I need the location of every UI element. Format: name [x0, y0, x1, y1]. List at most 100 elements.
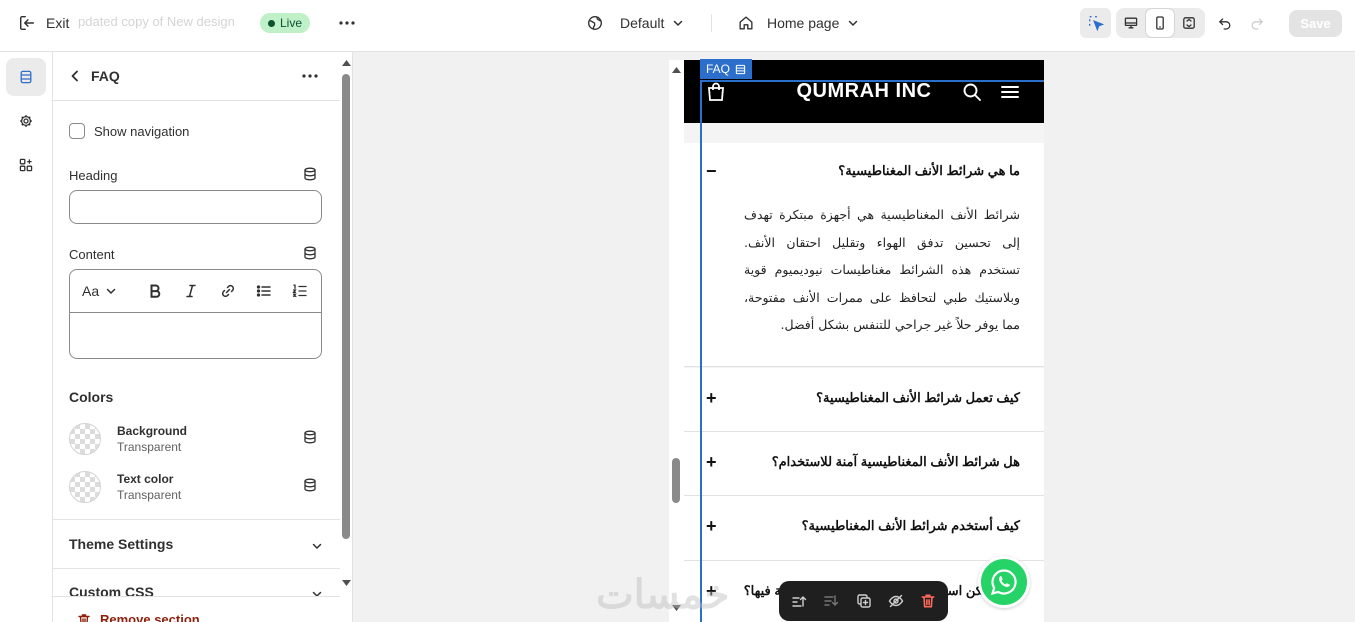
mobile-preview-button[interactable]: [1146, 9, 1174, 37]
custom-css-accordion[interactable]: Custom CSS: [69, 584, 325, 604]
database-icon: [304, 478, 316, 492]
theme-selector[interactable]: Default: [586, 12, 684, 34]
checkbox-box[interactable]: [69, 123, 85, 139]
device-preview-group: [1116, 8, 1205, 38]
section-settings-panel: FAQ Show navigation Heading Content Aa C…: [53, 52, 353, 622]
save-button[interactable]: Save: [1289, 10, 1342, 37]
italic-button[interactable]: [180, 280, 202, 302]
preview-scrollbar[interactable]: [670, 62, 684, 622]
back-button[interactable]: [67, 68, 83, 84]
preview-scroll-thumb[interactable]: [672, 458, 680, 503]
exit-icon: [18, 14, 36, 32]
faq-question[interactable]: كيف تعمل شرائط الأنف المغناطيسية؟: [816, 390, 1020, 406]
fullscreen-preview-button[interactable]: [1175, 9, 1203, 37]
bold-button[interactable]: [144, 280, 166, 302]
duplicate-button[interactable]: [854, 591, 874, 611]
selected-section-tag[interactable]: FAQ: [700, 59, 753, 79]
chevron-down-icon: [106, 288, 116, 295]
dynamic-source-button[interactable]: [303, 246, 317, 260]
faq-item[interactable]: + كيف أستخدم شرائط الأنف المغناطيسية؟: [684, 496, 1044, 561]
faq-expand-icon[interactable]: +: [706, 388, 717, 409]
redo-button[interactable]: [1243, 9, 1271, 37]
panel-scrollbar[interactable]: [340, 52, 352, 622]
sections-button[interactable]: [6, 58, 46, 96]
mobile-preview-frame: QUMRAH INC − ما هي شرائط الأنف المغناطيس…: [669, 60, 1044, 622]
undo-icon: [1219, 18, 1231, 30]
hamburger-icon: [1001, 86, 1019, 98]
move-up-button[interactable]: [789, 591, 809, 611]
faq-item[interactable]: − ما هي شرائط الأنف المغناطيسية؟ شرائط ا…: [684, 143, 1044, 367]
remove-section-button[interactable]: Remove section: [77, 612, 200, 622]
theme-settings-accordion[interactable]: Theme Settings: [69, 536, 325, 556]
database-icon: [304, 246, 316, 260]
dynamic-source-button[interactable]: [303, 167, 317, 181]
search-icon: [963, 83, 981, 101]
faq-question[interactable]: كيف أستخدم شرائط الأنف المغناطيسية؟: [802, 518, 1020, 534]
heading-label: Heading: [69, 168, 118, 183]
dynamic-source-button[interactable]: [303, 478, 317, 492]
scroll-up-arrow-icon: [342, 60, 351, 66]
numbered-list-icon: [292, 284, 307, 297]
bold-icon: [150, 284, 161, 298]
hide-section-button[interactable]: [886, 591, 906, 611]
text-style-dropdown[interactable]: Aa: [82, 280, 126, 302]
section-selection-outline: [700, 80, 702, 622]
apps-button[interactable]: [6, 146, 46, 184]
menu-button[interactable]: [999, 81, 1021, 103]
duplicate-icon: [857, 594, 871, 608]
exit-button[interactable]: Exit: [18, 12, 69, 34]
delete-section-button[interactable]: [918, 591, 938, 611]
custom-css-label: Custom CSS: [69, 584, 154, 600]
show-navigation-label: Show navigation: [94, 123, 190, 139]
panel-more-button[interactable]: [299, 66, 321, 86]
trash-icon: [78, 613, 90, 622]
bullet-list-icon: [256, 285, 271, 297]
text-color-name: Text color: [117, 472, 174, 486]
ellipsis-icon: [339, 21, 355, 25]
heading-input[interactable]: [69, 190, 322, 224]
faq-question[interactable]: ما هي شرائط الأنف المغناطيسية؟: [838, 163, 1020, 179]
exit-label: Exit: [46, 15, 70, 31]
inspector-toggle-button[interactable]: [1080, 8, 1111, 38]
desktop-preview-button[interactable]: [1117, 9, 1145, 37]
cursor-select-icon: [1088, 16, 1104, 32]
left-rail: [0, 52, 53, 622]
chevron-down-icon: [312, 591, 322, 598]
scroll-up-arrow-icon: [672, 67, 681, 73]
faq-question[interactable]: هل شرائط الأنف المغناطيسية آمنة للاستخدا…: [772, 454, 1020, 470]
numbered-list-button[interactable]: [289, 280, 311, 302]
database-icon: [304, 167, 316, 181]
show-navigation-checkbox[interactable]: Show navigation: [69, 123, 189, 139]
move-down-button[interactable]: [821, 591, 841, 611]
whatsapp-button[interactable]: [978, 556, 1030, 608]
watermark: خمسات: [596, 573, 730, 617]
move-up-icon: [792, 596, 807, 607]
gear-icon: [20, 115, 32, 127]
faq-collapse-icon[interactable]: −: [706, 161, 717, 182]
store-name[interactable]: QUMRAH INC: [684, 80, 1044, 103]
panel-scroll-thumb[interactable]: [342, 74, 350, 539]
apps-icon: [19, 158, 33, 172]
more-actions-button[interactable]: [336, 12, 358, 34]
desktop-icon: [1124, 17, 1138, 29]
database-icon: [304, 430, 316, 444]
page-selector[interactable]: Home page: [737, 12, 859, 34]
ellipsis-icon: [302, 74, 318, 78]
undo-button[interactable]: [1211, 9, 1239, 37]
faq-expand-icon[interactable]: +: [706, 452, 717, 473]
redo-icon: [1251, 18, 1263, 30]
faq-item[interactable]: + كيف تعمل شرائط الأنف المغناطيسية؟: [684, 368, 1044, 432]
theme-settings-button[interactable]: [6, 102, 46, 140]
faq-expand-icon[interactable]: +: [706, 516, 717, 537]
text-color-swatch[interactable]: [69, 471, 101, 503]
bullet-list-button[interactable]: [253, 280, 275, 302]
faq-item[interactable]: + هل شرائط الأنف المغناطيسية آمنة للاستخ…: [684, 432, 1044, 496]
background-color-name: Background: [117, 424, 188, 438]
theme-selector-label: Default: [620, 15, 665, 31]
dynamic-source-button[interactable]: [303, 430, 317, 444]
home-icon: [737, 14, 755, 32]
search-button[interactable]: [961, 81, 983, 103]
selected-section-label: FAQ: [706, 62, 731, 76]
background-color-swatch[interactable]: [69, 423, 101, 455]
link-button[interactable]: [217, 280, 239, 302]
